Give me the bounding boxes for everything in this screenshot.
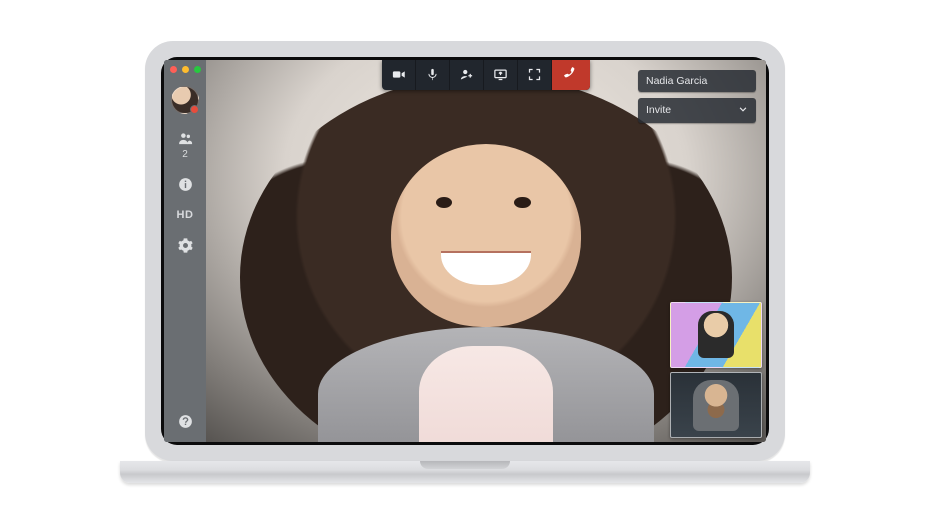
minimize-window-button[interactable] — [182, 66, 189, 73]
hd-toggle[interactable]: HD — [164, 209, 206, 221]
people-icon — [177, 130, 194, 147]
speaker-name-plate: Nadia Garcia — [638, 70, 756, 92]
window-controls[interactable] — [170, 66, 201, 73]
call-toolbar — [382, 60, 590, 90]
end-call-button[interactable] — [552, 60, 590, 90]
settings-button[interactable] — [164, 237, 206, 254]
help-button[interactable] — [164, 413, 206, 430]
chevron-down-icon — [736, 102, 750, 119]
speaker-name: Nadia Garcia — [646, 75, 707, 87]
fullscreen-button[interactable] — [518, 60, 552, 90]
sidebar: 2 HD — [164, 60, 206, 442]
gear-icon — [177, 237, 194, 254]
participant-thumbnail[interactable] — [670, 302, 762, 368]
end-call-icon — [564, 67, 579, 82]
share-screen-button[interactable] — [484, 60, 518, 90]
hd-label: HD — [177, 209, 194, 221]
laptop-frame: 2 HD — [125, 41, 805, 483]
laptop-base — [120, 461, 810, 483]
laptop-lid: 2 HD — [145, 41, 785, 461]
speaker-panel: Nadia Garcia Invite — [638, 70, 756, 123]
participants-button[interactable]: 2 — [164, 130, 206, 160]
toggle-mic-button[interactable] — [416, 60, 450, 90]
video-stage: Nadia Garcia Invite — [206, 60, 766, 442]
screen-share-icon — [493, 67, 508, 82]
participant-thumbnails — [670, 302, 762, 438]
info-icon — [177, 176, 194, 193]
help-icon — [177, 413, 194, 430]
mic-icon — [425, 67, 440, 82]
self-avatar[interactable] — [171, 86, 199, 114]
invite-dropdown[interactable]: Invite — [638, 98, 756, 123]
participant-count: 2 — [182, 149, 188, 160]
app-window: 2 HD — [164, 60, 766, 442]
fullscreen-icon — [527, 67, 542, 82]
camera-icon — [391, 67, 406, 82]
close-window-button[interactable] — [170, 66, 177, 73]
invite-label: Invite — [646, 104, 671, 116]
toggle-camera-button[interactable] — [382, 60, 416, 90]
add-person-icon — [459, 67, 474, 82]
screen-bezel: 2 HD — [161, 57, 769, 445]
add-participant-button[interactable] — [450, 60, 484, 90]
participant-thumbnail[interactable] — [670, 372, 762, 438]
info-button[interactable] — [164, 176, 206, 193]
zoom-window-button[interactable] — [194, 66, 201, 73]
status-busy-indicator — [190, 105, 199, 114]
